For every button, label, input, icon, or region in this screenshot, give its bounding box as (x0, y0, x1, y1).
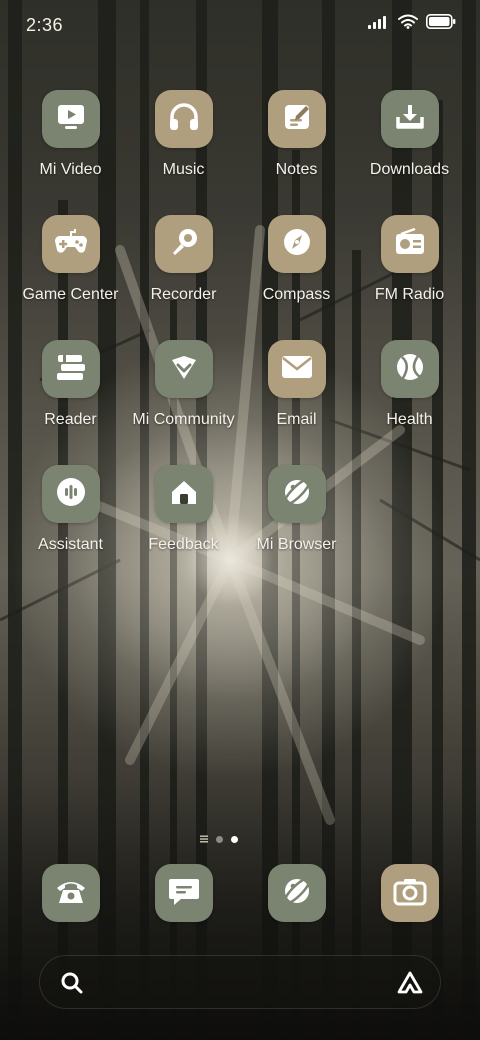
radio-icon (393, 226, 427, 263)
status-time: 2:36 (26, 15, 64, 35)
message-icon (167, 875, 201, 912)
home-icon (168, 476, 200, 513)
app-label: Mi Video (39, 161, 102, 178)
search-icon[interactable] (60, 971, 84, 1000)
app-health[interactable]: Health (353, 340, 466, 429)
app-label: Compass (262, 286, 331, 303)
gamepad-icon (53, 226, 89, 263)
app-recorder[interactable]: Recorder (127, 215, 240, 304)
chevron-icon (168, 351, 200, 388)
app-mi-video[interactable]: Mi Video (14, 90, 127, 179)
play-icon (55, 101, 87, 138)
notes-icon (281, 101, 313, 138)
app-compass[interactable]: Compass (240, 215, 353, 304)
envelope-icon (280, 352, 314, 387)
page-indicator[interactable] (200, 830, 238, 848)
app-label: Downloads (369, 161, 450, 178)
page-dot-active (231, 835, 238, 843)
status-bar: 2:36 (0, 0, 480, 50)
app-label: Health (386, 411, 433, 428)
app-reader[interactable]: Reader (14, 340, 127, 429)
microphone-icon (168, 226, 200, 263)
dock-messages[interactable] (127, 864, 240, 922)
app-game-center[interactable]: Game Center (14, 215, 127, 304)
compass-icon (281, 226, 313, 263)
books-icon (54, 351, 88, 388)
page-dot (216, 835, 223, 843)
app-email[interactable]: Email (240, 340, 353, 429)
signal-icon (368, 15, 390, 34)
app-label: Assistant (38, 536, 103, 553)
voice-icon (55, 476, 87, 513)
planet-icon (280, 874, 314, 913)
app-label: Game Center (22, 286, 119, 303)
camera-icon (393, 876, 427, 911)
app-feedback[interactable]: Feedback (127, 465, 240, 554)
planet-icon (280, 475, 314, 514)
download-icon (394, 101, 426, 138)
ball-icon (394, 351, 426, 388)
list-page-icon (200, 830, 208, 848)
app-notes[interactable]: Notes (240, 90, 353, 179)
dock-camera[interactable] (353, 864, 466, 922)
app-label: Email (276, 411, 317, 428)
app-label: Music (162, 161, 205, 178)
dock-browser[interactable] (240, 864, 353, 922)
headphones-icon (167, 100, 201, 139)
app-fm-radio[interactable]: FM Radio (353, 215, 466, 304)
app-mi-community[interactable]: Mi Community (127, 340, 240, 429)
wifi-icon (398, 14, 418, 34)
app-label: Mi Community (132, 411, 235, 428)
app-label: Reader (44, 411, 97, 428)
app-label: Feedback (148, 536, 219, 553)
app-label: Notes (275, 161, 318, 178)
app-mi-browser[interactable]: Mi Browser (240, 465, 353, 554)
battery-icon (426, 14, 456, 34)
search-bar[interactable] (39, 955, 441, 1009)
app-label: Mi Browser (256, 536, 337, 553)
app-downloads[interactable]: Downloads (353, 90, 466, 179)
phone-icon (54, 876, 88, 911)
app-label: FM Radio (374, 286, 445, 303)
app-music[interactable]: Music (127, 90, 240, 179)
assistant-a-icon[interactable] (396, 970, 424, 1001)
app-label: Recorder (150, 286, 217, 303)
app-assistant[interactable]: Assistant (14, 465, 127, 554)
dock-phone[interactable] (14, 864, 127, 922)
